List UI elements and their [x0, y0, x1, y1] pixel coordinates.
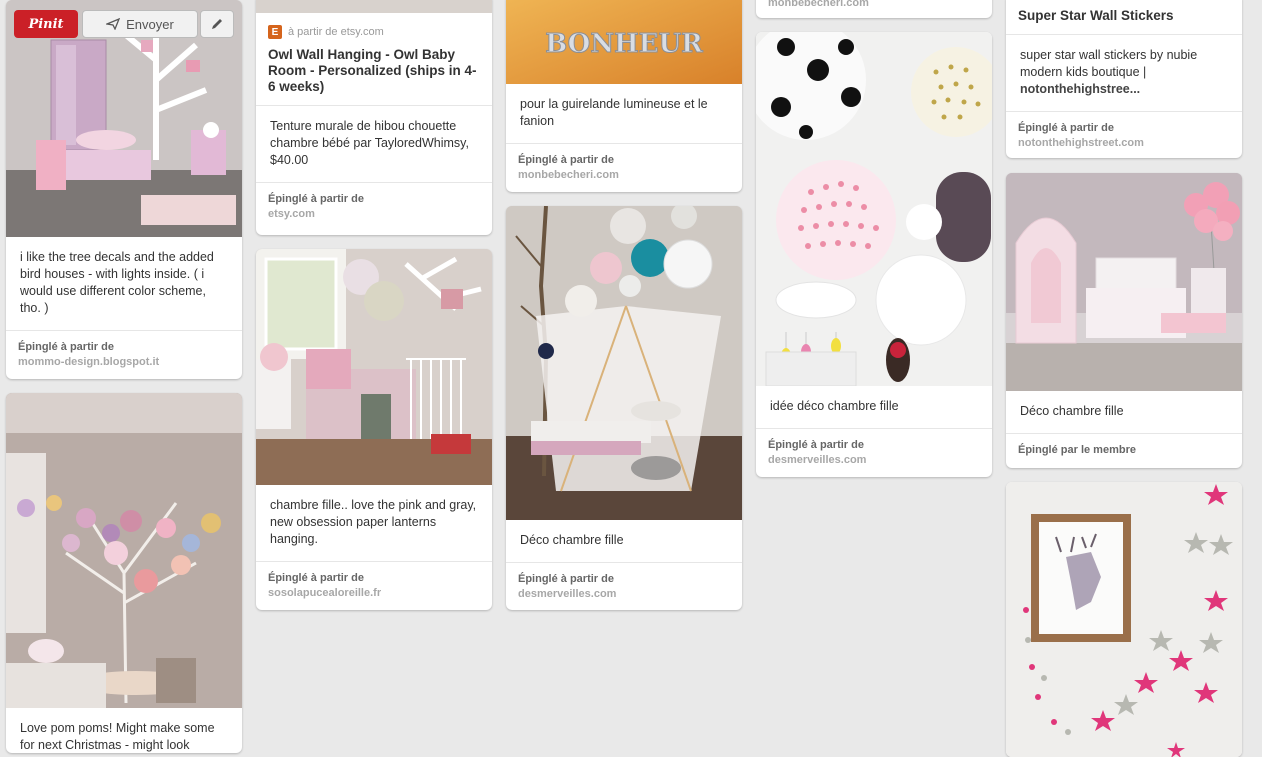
pin-image-art [1006, 482, 1242, 757]
pin-card[interactable]: Pinit Envoyer i like the tree decals and… [6, 0, 242, 379]
pin-image[interactable] [1006, 173, 1242, 391]
pin-source[interactable]: Épinglé à partir de sosolapucealoreille.… [256, 562, 492, 610]
pin-image[interactable] [1006, 482, 1242, 757]
pin-source[interactable]: Épinglé à partir de desmerveilles.com [756, 429, 992, 477]
source-label: Épinglé à partir de [268, 572, 364, 584]
pin-source[interactable]: Épinglé par le membre [1006, 434, 1242, 468]
desc-bold: notonthehighstree... [1020, 82, 1141, 96]
pin-image[interactable] [756, 32, 992, 386]
pin-image-art [756, 32, 992, 386]
send-button[interactable]: Envoyer [82, 10, 198, 38]
pin-image-art [6, 393, 242, 708]
etsy-icon: E [268, 25, 282, 39]
source-domain[interactable]: desmerveilles.com [518, 587, 730, 602]
desc-main: super star wall stickers by nubie modern… [1020, 48, 1198, 79]
pin-card[interactable]: chambre fille.. love the pink and gray, … [256, 249, 492, 610]
pinit-label: Pinit [28, 16, 64, 32]
pin-card[interactable] [1006, 482, 1242, 757]
pin-description: Déco chambre fille [1006, 391, 1242, 434]
pin-card[interactable]: monbebecheri.com [756, 0, 992, 18]
pin-source[interactable]: Épinglé à partir de notonthehighstreet.c… [1006, 112, 1242, 158]
pin-description: chambre fille.. love the pink and gray, … [256, 485, 492, 562]
pinit-button[interactable]: Pinit [14, 10, 78, 38]
pencil-icon [212, 19, 222, 29]
pin-image[interactable] [506, 206, 742, 520]
pin-source[interactable]: monbebecheri.com [756, 0, 992, 18]
pin-description: pour la guirelande lumineuse et le fanio… [506, 84, 742, 144]
pin-source[interactable]: Épinglé à partir de desmerveilles.com [506, 563, 742, 610]
pin-image-art: BONHEUR [506, 0, 742, 84]
source-domain[interactable]: notonthehighstreet.com [1018, 136, 1230, 151]
source-domain[interactable]: desmerveilles.com [768, 453, 980, 468]
pin-description: Déco chambre fille [506, 520, 742, 563]
pin-image-art [1006, 173, 1242, 391]
pin-description: i like the tree decals and the added bir… [6, 237, 242, 331]
pin-description: idée déco chambre fille [756, 386, 992, 429]
pin-card[interactable]: BONHEUR pour la guirelande lumineuse et … [506, 0, 742, 192]
pin-title[interactable]: Super Star Wall Stickers [1006, 0, 1242, 35]
send-label: Envoyer [126, 16, 174, 32]
pin-image-art [256, 249, 492, 485]
sign-text: BONHEUR [545, 29, 703, 59]
pin-description: Love pom poms! Might make some for next … [20, 721, 215, 752]
pin-description: super star wall stickers by nubie modern… [1006, 35, 1242, 112]
pin-image[interactable]: BONHEUR [506, 0, 742, 84]
edit-button[interactable] [200, 10, 234, 38]
pin-card[interactable]: Super Star Wall Stickers super star wall… [1006, 0, 1242, 158]
source-domain[interactable]: sosolapucealoreille.fr [268, 586, 480, 601]
source-domain[interactable]: mommo-design.blogspot.it [18, 355, 230, 370]
via-text: à partir de etsy.com [288, 26, 384, 38]
pin-card[interactable]: Déco chambre fille Épinglé à partir de d… [506, 206, 742, 610]
pin-via: E à partir de etsy.com [256, 13, 492, 39]
pin-title[interactable]: Owl Wall Hanging - Owl Baby Room - Perso… [256, 39, 492, 106]
paper-plane-icon [106, 18, 121, 30]
pin-card[interactable]: Love pom poms! Might make some for next … [6, 393, 242, 753]
pin-card[interactable]: idée déco chambre fille Épinglé à partir… [756, 32, 992, 477]
pin-source[interactable]: Épinglé à partir de mommo-design.blogspo… [6, 331, 242, 379]
pin-image[interactable]: Pinit Envoyer [6, 0, 242, 237]
source-label: Épinglé à partir de [518, 154, 614, 166]
pin-card[interactable]: Déco chambre fille Épinglé par le membre [1006, 173, 1242, 468]
pin-source[interactable]: Épinglé à partir de etsy.com [256, 183, 492, 232]
source-label: Épinglé à partir de [518, 573, 614, 585]
source-domain[interactable]: etsy.com [268, 207, 480, 222]
pin-card[interactable]: E à partir de etsy.com Owl Wall Hanging … [256, 0, 492, 235]
source-label: Épinglé à partir de [1018, 122, 1114, 134]
source-label: Épinglé à partir de [268, 193, 364, 205]
pin-image[interactable] [6, 393, 242, 708]
source-label: Épinglé par le membre [1018, 444, 1136, 456]
source-label: Épinglé à partir de [768, 439, 864, 451]
pin-image[interactable] [256, 249, 492, 485]
pin-source[interactable]: Épinglé à partir de monbebecheri.com [506, 144, 742, 192]
source-domain[interactable]: monbebecheri.com [768, 0, 980, 11]
pin-image-art [506, 206, 742, 520]
source-label: Épinglé à partir de [18, 341, 114, 353]
pin-image[interactable] [256, 0, 492, 13]
source-domain[interactable]: monbebecheri.com [518, 168, 730, 183]
pin-description: Tenture murale de hibou chouette chambre… [256, 106, 492, 183]
